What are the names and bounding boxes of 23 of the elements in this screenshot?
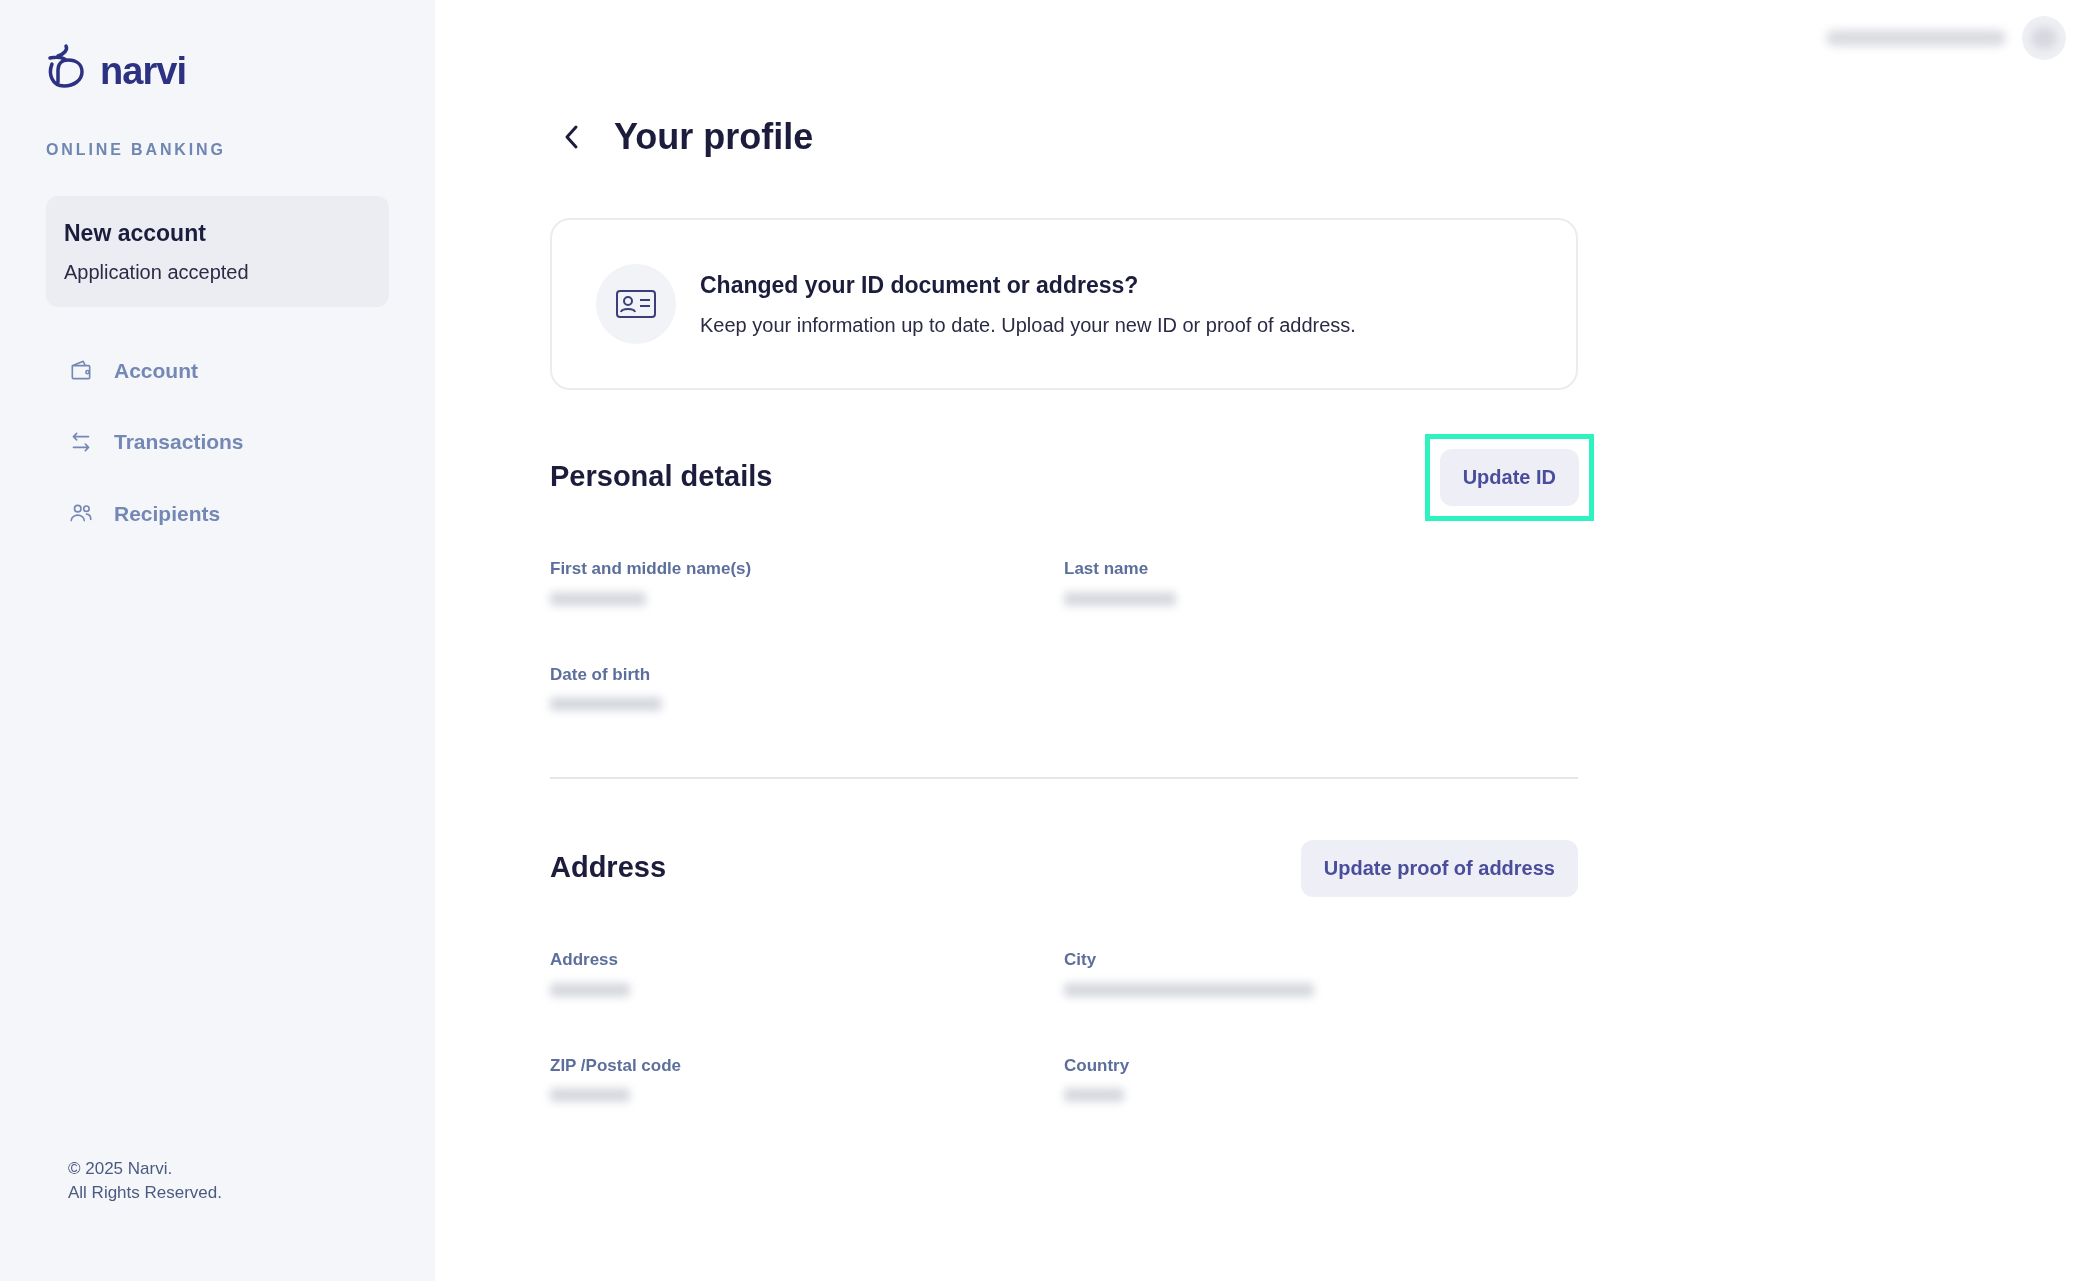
notice-text: Keep your information up to date. Upload your new ID or proof of address. [700, 313, 1356, 339]
update-button[interactable]: Update ID [1439, 448, 1579, 506]
account-card[interactable]: New account Application accepted [46, 196, 389, 307]
nav-link[interactable]: Recipients [114, 497, 221, 529]
section-label: ONLINE BANKING [46, 140, 227, 160]
account-status: Application accepted [64, 259, 250, 285]
copyright-text: © 2025 Narvi. All Rights Reserved. [67, 1158, 223, 1204]
update-button[interactable]: Update proof of address [1300, 839, 1578, 897]
field-label: City [1064, 949, 1098, 971]
field-label: Date of birth [550, 663, 652, 686]
nav-link[interactable]: Account [114, 354, 198, 386]
page-title: Your profile [614, 115, 814, 159]
section-title: Address [550, 850, 667, 886]
nav-link[interactable]: Transactions [114, 426, 244, 458]
section-title: Personal details [550, 459, 773, 495]
brand-name: narvi [100, 48, 187, 94]
field-label: ZIP /Postal code [550, 1054, 682, 1077]
field-label: Address [550, 949, 620, 971]
notice-title: Changed your ID document or address? [700, 270, 1140, 300]
field-label: Country [1064, 1054, 1131, 1077]
field-label: First and middle name(s) [550, 558, 753, 580]
field-label: Last name [1064, 558, 1150, 580]
account-title: New account [64, 219, 207, 248]
